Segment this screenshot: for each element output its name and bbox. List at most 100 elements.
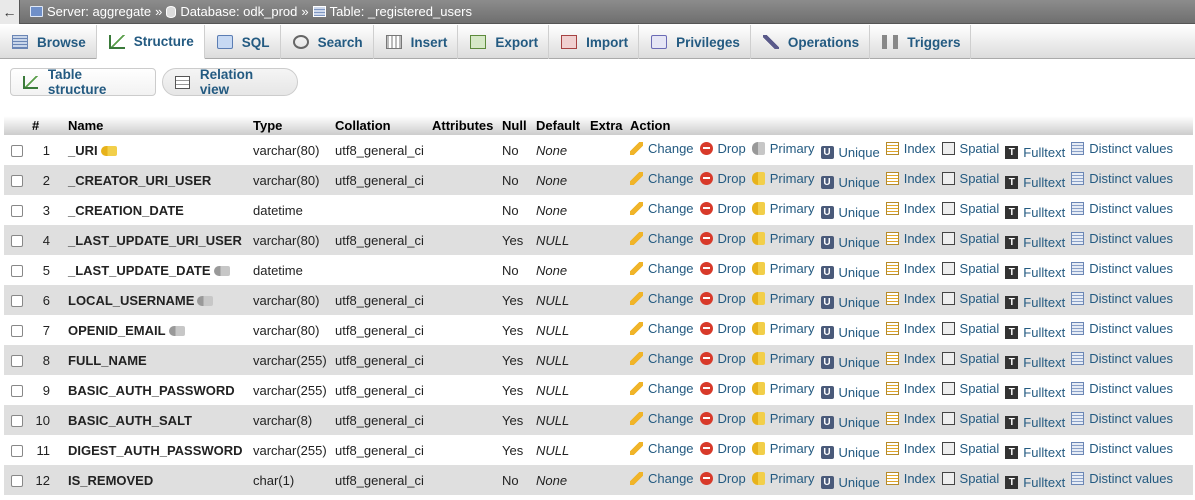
- primary-action[interactable]: Primary: [751, 291, 815, 306]
- distinct-values-action[interactable]: Distinct values: [1071, 321, 1173, 336]
- col-header-default[interactable]: Default: [534, 116, 588, 135]
- unique-action[interactable]: U Unique: [820, 415, 880, 430]
- tab-operations[interactable]: Operations: [751, 25, 871, 59]
- tab-privileges[interactable]: Privileges: [639, 25, 751, 59]
- fulltext-action[interactable]: T Fulltext: [1005, 175, 1065, 190]
- unique-action[interactable]: U Unique: [820, 445, 880, 460]
- spatial-action[interactable]: Spatial: [941, 261, 999, 276]
- col-header-extra[interactable]: Extra: [588, 116, 628, 135]
- primary-action[interactable]: Primary: [751, 411, 815, 426]
- unique-action[interactable]: U Unique: [820, 385, 880, 400]
- spatial-action[interactable]: Spatial: [941, 321, 999, 336]
- spatial-action[interactable]: Spatial: [941, 231, 999, 246]
- tab-import[interactable]: Import: [549, 25, 640, 59]
- spatial-action[interactable]: Spatial: [941, 291, 999, 306]
- breadcrumb-server[interactable]: Server: aggregate: [47, 4, 151, 19]
- unique-action[interactable]: U Unique: [820, 145, 880, 160]
- fulltext-action[interactable]: T Fulltext: [1005, 235, 1065, 250]
- primary-action[interactable]: Primary: [751, 441, 815, 456]
- index-action[interactable]: Index: [885, 261, 936, 276]
- fulltext-action[interactable]: T Fulltext: [1005, 385, 1065, 400]
- primary-action[interactable]: Primary: [751, 141, 815, 156]
- row-checkbox[interactable]: [11, 295, 23, 308]
- unique-action[interactable]: U Unique: [820, 265, 880, 280]
- primary-action[interactable]: Primary: [751, 261, 815, 276]
- row-checkbox[interactable]: [11, 445, 23, 458]
- fulltext-action[interactable]: T Fulltext: [1005, 265, 1065, 280]
- row-checkbox[interactable]: [11, 415, 23, 428]
- tab-export[interactable]: Export: [458, 25, 550, 59]
- change-action[interactable]: Change: [630, 411, 694, 426]
- row-checkbox[interactable]: [11, 265, 23, 278]
- distinct-values-action[interactable]: Distinct values: [1071, 231, 1173, 246]
- spatial-action[interactable]: Spatial: [941, 411, 999, 426]
- distinct-values-action[interactable]: Distinct values: [1071, 471, 1173, 486]
- unique-action[interactable]: U Unique: [820, 295, 880, 310]
- unique-action[interactable]: U Unique: [820, 475, 880, 490]
- drop-action[interactable]: Drop: [699, 291, 746, 306]
- spatial-action[interactable]: Spatial: [941, 471, 999, 486]
- index-action[interactable]: Index: [885, 441, 936, 456]
- primary-action[interactable]: Primary: [751, 231, 815, 246]
- fulltext-action[interactable]: T Fulltext: [1005, 475, 1065, 490]
- col-header-attributes[interactable]: Attributes: [430, 116, 500, 135]
- index-action[interactable]: Index: [885, 351, 936, 366]
- drop-action[interactable]: Drop: [699, 471, 746, 486]
- index-action[interactable]: Index: [885, 471, 936, 486]
- primary-action[interactable]: Primary: [751, 201, 815, 216]
- col-header-null[interactable]: Null: [500, 116, 534, 135]
- spatial-action[interactable]: Spatial: [941, 171, 999, 186]
- row-checkbox[interactable]: [11, 145, 23, 158]
- col-header-name[interactable]: Name: [66, 116, 251, 135]
- spatial-action[interactable]: Spatial: [941, 381, 999, 396]
- breadcrumb-table[interactable]: Table: _registered_users: [330, 4, 472, 19]
- change-action[interactable]: Change: [630, 321, 694, 336]
- drop-action[interactable]: Drop: [699, 351, 746, 366]
- tab-triggers[interactable]: Triggers: [870, 25, 972, 59]
- change-action[interactable]: Change: [630, 261, 694, 276]
- change-action[interactable]: Change: [630, 351, 694, 366]
- drop-action[interactable]: Drop: [699, 141, 746, 156]
- index-action[interactable]: Index: [885, 201, 936, 216]
- index-action[interactable]: Index: [885, 171, 936, 186]
- fulltext-action[interactable]: T Fulltext: [1005, 205, 1065, 220]
- primary-action[interactable]: Primary: [751, 321, 815, 336]
- unique-action[interactable]: U Unique: [820, 325, 880, 340]
- tab-search[interactable]: Search: [281, 25, 374, 59]
- row-checkbox[interactable]: [11, 235, 23, 248]
- drop-action[interactable]: Drop: [699, 201, 746, 216]
- distinct-values-action[interactable]: Distinct values: [1071, 291, 1173, 306]
- row-checkbox[interactable]: [11, 385, 23, 398]
- distinct-values-action[interactable]: Distinct values: [1071, 141, 1173, 156]
- spatial-action[interactable]: Spatial: [941, 441, 999, 456]
- drop-action[interactable]: Drop: [699, 231, 746, 246]
- unique-action[interactable]: U Unique: [820, 205, 880, 220]
- change-action[interactable]: Change: [630, 171, 694, 186]
- drop-action[interactable]: Drop: [699, 171, 746, 186]
- change-action[interactable]: Change: [630, 471, 694, 486]
- distinct-values-action[interactable]: Distinct values: [1071, 351, 1173, 366]
- index-action[interactable]: Index: [885, 381, 936, 396]
- drop-action[interactable]: Drop: [699, 321, 746, 336]
- fulltext-action[interactable]: T Fulltext: [1005, 415, 1065, 430]
- spatial-action[interactable]: Spatial: [941, 201, 999, 216]
- primary-action[interactable]: Primary: [751, 171, 815, 186]
- breadcrumb-database[interactable]: Database: odk_prod: [180, 4, 297, 19]
- subtab-table-structure[interactable]: Table structure: [10, 67, 156, 97]
- distinct-values-action[interactable]: Distinct values: [1071, 261, 1173, 276]
- primary-action[interactable]: Primary: [751, 381, 815, 396]
- fulltext-action[interactable]: T Fulltext: [1005, 355, 1065, 370]
- unique-action[interactable]: U Unique: [820, 355, 880, 370]
- drop-action[interactable]: Drop: [699, 441, 746, 456]
- spatial-action[interactable]: Spatial: [941, 351, 999, 366]
- distinct-values-action[interactable]: Distinct values: [1071, 411, 1173, 426]
- row-checkbox[interactable]: [11, 175, 23, 188]
- drop-action[interactable]: Drop: [699, 261, 746, 276]
- tab-sql[interactable]: SQL: [205, 25, 281, 59]
- index-action[interactable]: Index: [885, 291, 936, 306]
- tab-browse[interactable]: Browse: [0, 25, 97, 59]
- row-checkbox[interactable]: [11, 205, 23, 218]
- fulltext-action[interactable]: T Fulltext: [1005, 145, 1065, 160]
- col-header-type[interactable]: Type: [251, 116, 333, 135]
- fulltext-action[interactable]: T Fulltext: [1005, 445, 1065, 460]
